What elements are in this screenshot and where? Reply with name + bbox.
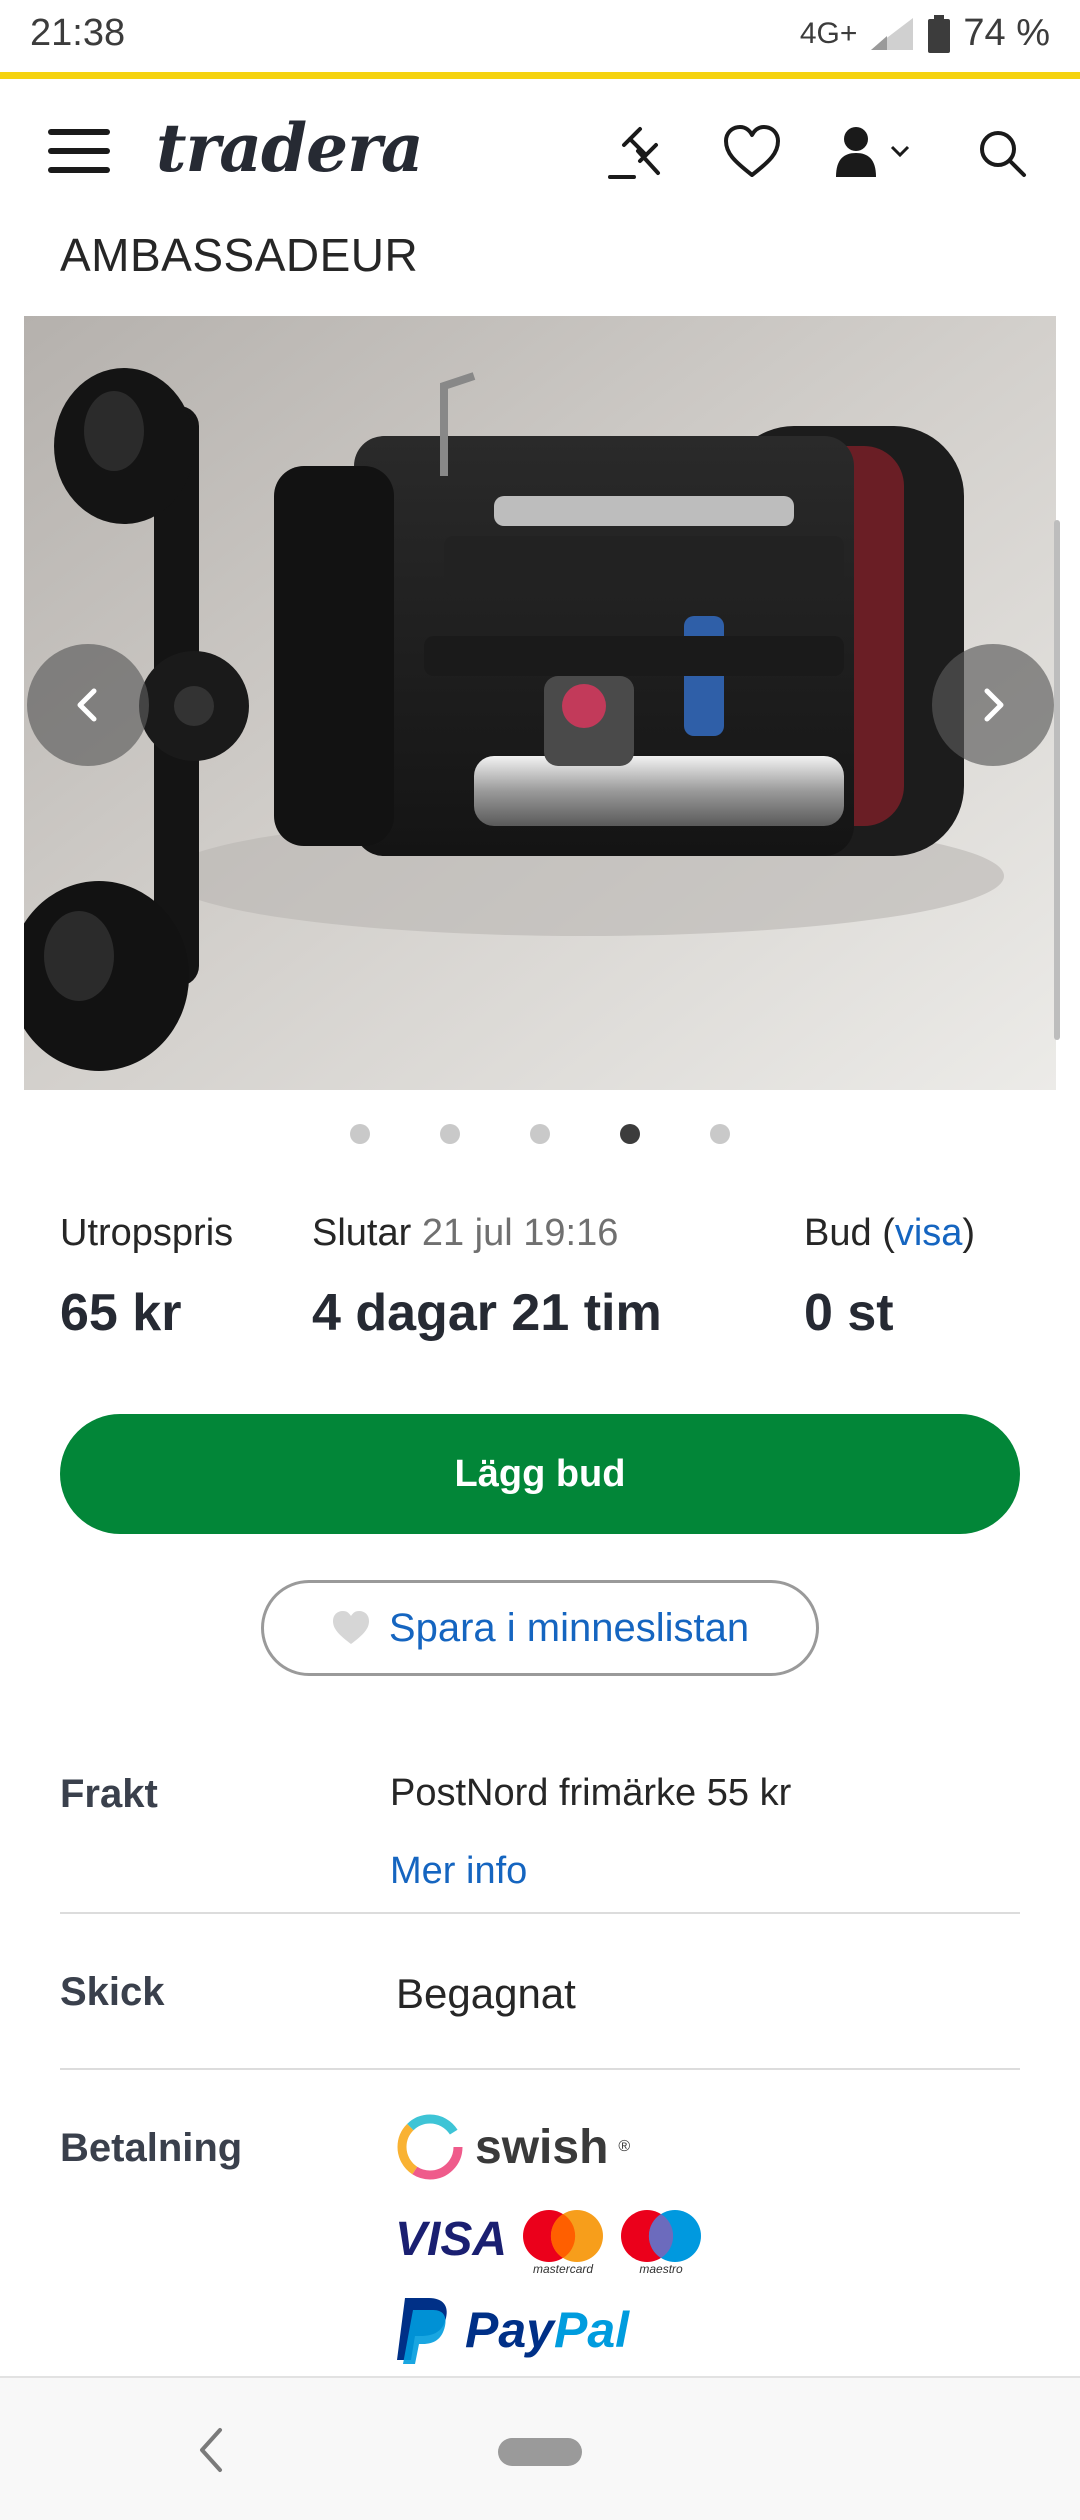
place-bid-button[interactable]: Lägg bud (60, 1414, 1020, 1534)
start-price-value: 65 kr (60, 1284, 182, 1342)
pagination-dot[interactable] (530, 1124, 550, 1144)
search-icon[interactable] (970, 121, 1034, 185)
user-account-icon[interactable] (830, 121, 920, 185)
ends-label: Slutar (312, 1212, 412, 1254)
condition-value: Begagnat (396, 1970, 576, 2017)
bids-block: Bud (visa) 0 st (804, 1212, 975, 1343)
paypal-pal: Pal (553, 2302, 630, 2358)
pagination-dot[interactable] (440, 1124, 460, 1144)
paypal-logo: PayPal (395, 2296, 629, 2364)
menu-icon[interactable] (48, 129, 110, 173)
card-logos: VISA mastercard maestro (395, 2208, 703, 2278)
product-photo-fishing-reel (24, 316, 1056, 1090)
status-bar: 21:38 4G+ 74 % (0, 0, 1080, 72)
ends-countdown: 4 dagar 21 tim (312, 1284, 662, 1342)
maestro-icon (621, 2210, 702, 2262)
gallery-next-button[interactable] (932, 644, 1054, 766)
ends-date: 21 jul 19:16 (421, 1212, 619, 1254)
system-navigation-bar (0, 2376, 1080, 2520)
listing-title: AMBASSADEUR (60, 229, 419, 281)
mastercard-icon (523, 2210, 604, 2262)
show-bids-link[interactable]: visa (895, 1212, 963, 1254)
paypal-pay: Pay (465, 2302, 554, 2358)
paypal-wordmark: PayPal (465, 2301, 629, 2359)
pagination-dot[interactable] (350, 1124, 370, 1144)
bids-label-row: Bud (visa) (804, 1212, 975, 1255)
status-icons: 4G+ 74 % (800, 12, 1050, 55)
gallery-pagination (0, 1124, 1080, 1148)
mastercard-logo: mastercard (521, 2208, 605, 2278)
tradera-logo[interactable]: tradera (156, 109, 424, 187)
chevron-left-icon (77, 688, 97, 722)
divider (60, 2068, 1020, 2070)
ends-label-row: Slutar 21 jul 19:16 (312, 1212, 662, 1255)
chevron-right-icon (984, 688, 1004, 722)
bids-paren-open: ( (882, 1212, 895, 1254)
mastercard-label: mastercard (533, 2262, 594, 2276)
shipping-label: Frakt (60, 1772, 158, 1816)
heart-icon[interactable] (720, 121, 784, 185)
swish-registered-mark: ® (618, 2138, 631, 2155)
shipping-value: PostNord frimärke 55 kr (390, 1772, 792, 1814)
start-price-block: Utropspris 65 kr (60, 1212, 233, 1343)
pagination-dot[interactable] (620, 1124, 640, 1144)
condition-label: Skick (60, 1970, 165, 2014)
divider (60, 1912, 1020, 1914)
bids-label: Bud (804, 1212, 872, 1254)
paypal-icon (397, 2298, 447, 2364)
swish-wordmark: swish (475, 2120, 609, 2174)
auction-gavel-icon[interactable] (604, 121, 668, 185)
save-to-watchlist-button[interactable]: Spara i minneslistan (261, 1580, 819, 1676)
network-type: 4G+ (799, 16, 858, 50)
ends-block: Slutar 21 jul 19:16 4 dagar 21 tim (312, 1212, 662, 1343)
maestro-logo: maestro (619, 2208, 703, 2278)
payment-label: Betalning (60, 2126, 243, 2170)
battery-percent: 74 % (963, 12, 1050, 54)
home-pill[interactable] (498, 2438, 582, 2466)
visa-logo: VISA (395, 2213, 508, 2266)
bids-paren-close: ) (962, 1212, 976, 1254)
swish-logo: swish ® (395, 2112, 630, 2182)
save-button-label: Spara i minneslistan (388, 1605, 750, 1650)
heart-icon (332, 1611, 369, 1644)
image-gallery[interactable] (24, 316, 1056, 1090)
signal-icon (871, 17, 914, 50)
start-price-label: Utropspris (60, 1212, 234, 1254)
app-header: tradera (0, 79, 1080, 224)
status-time: 21:38 (30, 12, 126, 54)
swish-icon (397, 2114, 463, 2180)
battery-icon (928, 14, 951, 53)
gallery-prev-button[interactable] (27, 644, 149, 766)
accent-stripe (0, 72, 1080, 79)
back-icon[interactable] (196, 2426, 226, 2474)
bids-count: 0 st (804, 1284, 894, 1342)
more-info-link[interactable]: Mer info (390, 1850, 527, 1893)
scrollbar[interactable] (1054, 520, 1060, 1040)
pagination-dot[interactable] (710, 1124, 730, 1144)
maestro-label: maestro (639, 2262, 683, 2276)
